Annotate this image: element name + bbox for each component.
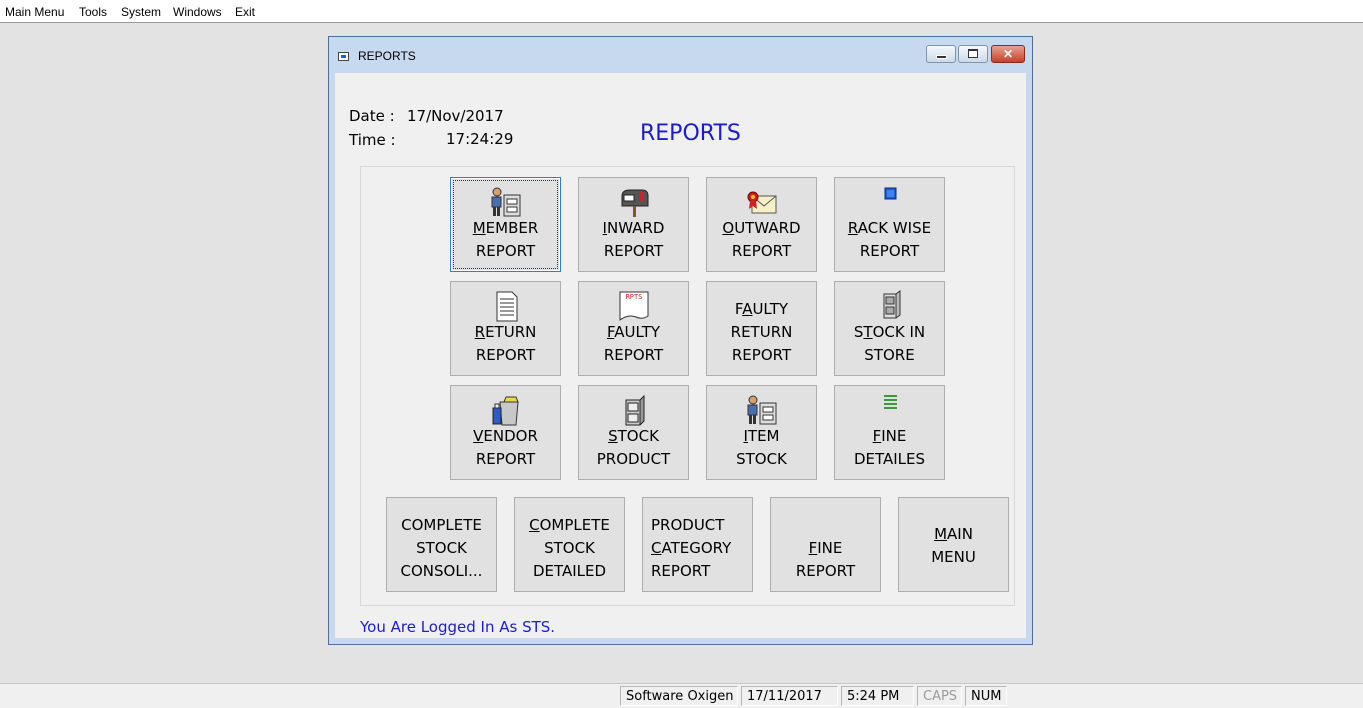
faulty-return-report-button[interactable]: FAULTY RETURN REPORT [706,281,817,376]
filing-cabinet-icon [625,394,644,426]
window-titlebar[interactable]: REPORTS ✕ [329,37,1032,73]
status-date: 17/11/2017 [741,686,838,706]
complete-stock-detailed-label-2: STOCK [544,539,595,557]
minimize-icon [935,55,947,59]
main-menu-label-2: MENU [931,548,976,566]
stock-product-button[interactable]: STOCK PRODUCT [578,385,689,480]
menu-system[interactable]: System [121,5,161,19]
fine-detailes-button[interactable]: FINE DETAILES [834,385,945,480]
mailbox-icon [621,189,648,217]
complete-stock-consoli-button[interactable]: COMPLETE STOCK CONSOLI... [386,497,497,592]
fine-detailes-label-1: FINE [872,427,907,445]
faulty-return-report-label-2: RETURN [730,323,793,341]
main-menu-button[interactable]: MAIN MENU [898,497,1009,592]
inward-report-label-1: INWARD [602,219,665,237]
item-stock-label-1: ITEM [743,427,780,445]
complete-stock-consoli-label-3: CONSOLI... [400,562,483,580]
svg-text:RPTS: RPTS [625,293,642,301]
file-cabinet-icon [883,290,900,319]
menu-windows[interactable]: Windows [173,5,222,19]
fine-detailes-label-2: DETAILES [853,450,926,468]
status-app-name: Software Oxigen [620,686,738,706]
document-icon [496,291,517,322]
faulty-return-report-label-1: FAULTY [734,300,789,318]
product-category-report-label-2: CATEGORY [651,539,732,557]
close-icon: ✕ [1002,47,1014,61]
fine-report-label-1: FINE [808,539,843,557]
status-bar: Software Oxigen 17/11/2017 5:24 PM CAPS … [0,683,1363,708]
minimize-button[interactable] [926,45,956,63]
status-caps: CAPS [917,686,962,706]
vendor-report-label-1: VENDOR [473,427,538,445]
complete-stock-detailed-label-3: DETAILED [532,562,607,580]
outward-report-button[interactable]: OUTWARD REPORT [706,177,817,272]
return-report-label-2: REPORT [475,346,536,364]
status-num: NUM [965,686,1007,706]
person-at-file-cabinet-icon [747,395,776,425]
menu-bar: Main Menu Tools System Windows Exit [0,0,1363,23]
vendor-report-label-2: REPORT [475,450,536,468]
product-category-report-label-3: REPORT [651,562,711,580]
outward-report-label-1: OUTWARD [722,219,801,237]
faulty-report-label-1: FAULTY [606,323,661,341]
inward-report-label-2: REPORT [603,242,664,260]
faulty-report-button[interactable]: RPTS FAULTY REPORT [578,281,689,376]
fine-report-label-2: REPORT [795,562,856,580]
close-button[interactable]: ✕ [991,45,1025,63]
stock-in-store-button[interactable]: STOCK IN STORE [834,281,945,376]
complete-stock-detailed-button[interactable]: COMPLETE STOCK DETAILED [514,497,625,592]
menu-main-menu[interactable]: Main Menu [5,5,64,19]
complete-stock-consoli-label-1: COMPLETE [401,516,482,534]
blue-square-icon [884,187,896,200]
product-category-report-label-1: PRODUCT [651,516,725,534]
certificate-envelope-icon [747,191,776,214]
rpts-document-icon: RPTS [619,291,648,321]
time-label: Time : [349,131,396,149]
main-menu-label-1: MAIN [934,525,973,543]
window-client-area: Date : 17/Nov/2017 Time : 17:24:29 REPOR… [335,73,1026,638]
green-list-icon [883,395,897,409]
item-stock-button[interactable]: ITEM STOCK [706,385,817,480]
rack-wise-report-button[interactable]: RACK WISE REPORT [834,177,945,272]
reports-window: REPORTS ✕ Date : 17/Nov/2017 Time : 17:2… [328,36,1033,645]
logged-in-message: You Are Logged In As STS. [360,618,556,636]
complete-stock-detailed-label-1: COMPLETE [529,516,610,534]
member-report-label-2: REPORT [475,242,536,260]
faulty-report-label-2: REPORT [603,346,664,364]
window-title: REPORTS [358,49,416,63]
vendor-report-button[interactable]: VENDOR REPORT [450,385,561,480]
outward-report-label-2: REPORT [731,242,792,260]
app-icon[interactable] [338,52,349,61]
person-at-file-cabinet-icon [491,187,520,217]
maximize-icon [968,49,978,58]
stock-product-label-1: STOCK [608,427,659,445]
date-value: 17/Nov/2017 [407,107,504,125]
member-report-button[interactable]: MEMBER REPORT [450,177,561,272]
member-report-label-1: MEMBER [472,219,539,237]
inward-report-button[interactable]: INWARD REPORT [578,177,689,272]
status-time: 5:24 PM [841,686,914,706]
faulty-return-report-label-3: REPORT [731,346,792,364]
menu-exit[interactable]: Exit [235,5,255,19]
return-report-label-1: RETURN [474,323,537,341]
maximize-button[interactable] [958,45,988,63]
menu-tools[interactable]: Tools [79,5,107,19]
date-label: Date : [349,107,395,125]
stock-in-store-label-1: STOCK IN [853,323,926,341]
stock-in-store-label-2: STORE [864,346,915,364]
page-title: REPORTS [640,121,741,146]
rack-wise-report-label-2: REPORT [859,242,920,260]
complete-stock-consoli-label-2: STOCK [416,539,467,557]
item-stock-label-2: STOCK [736,450,787,468]
return-report-button[interactable]: RETURN REPORT [450,281,561,376]
stock-product-label-2: PRODUCT [596,450,671,468]
product-category-report-button[interactable]: PRODUCT CATEGORY REPORT [642,497,753,592]
rack-wise-report-label-1: RACK WISE [847,219,932,237]
trash-bin-icon [492,396,519,426]
fine-report-button[interactable]: FINE REPORT [770,497,881,592]
time-value: 17:24:29 [446,130,514,148]
